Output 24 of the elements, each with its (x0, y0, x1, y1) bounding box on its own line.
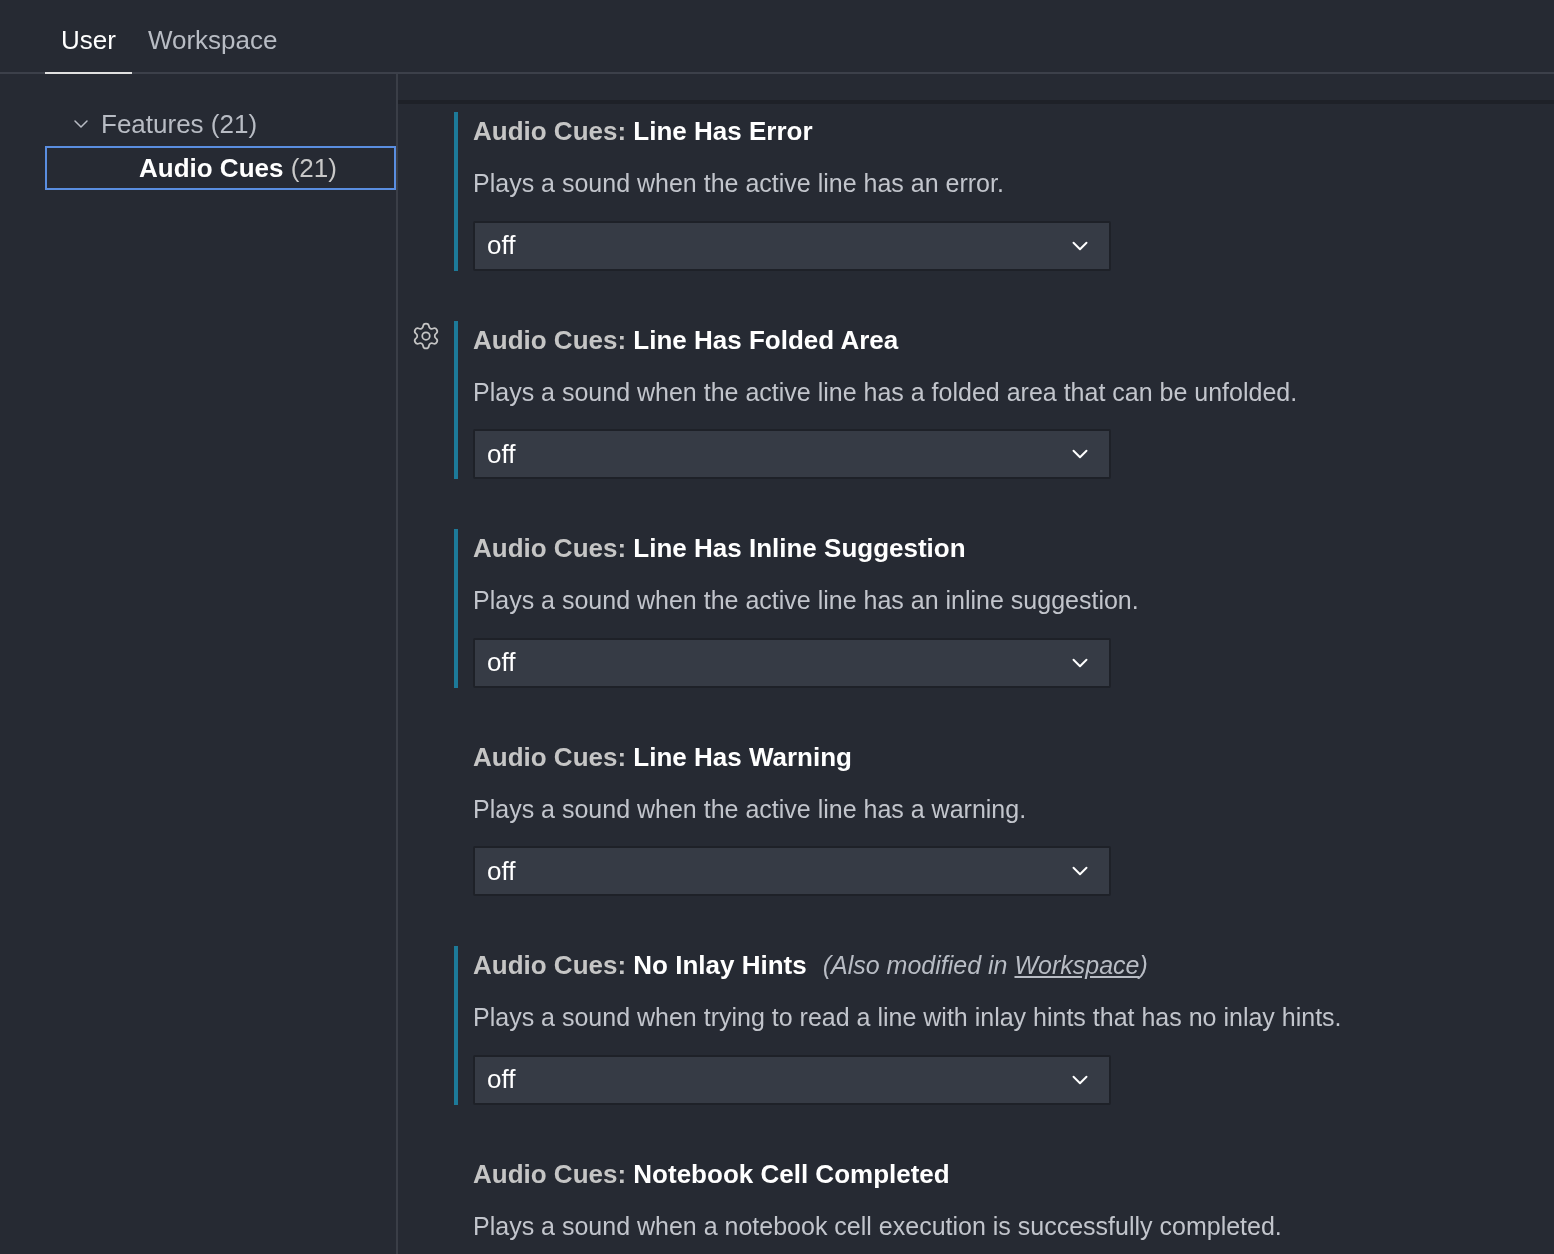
workspace-link[interactable]: Workspace (1014, 951, 1140, 979)
dropdown[interactable]: off (473, 637, 1111, 688)
setting-description: Plays a sound when the active line has an inline suggestion. (473, 585, 1139, 616)
tab[interactable]: User (45, 21, 132, 74)
setting-title: Audio Cues: Line Has Error (473, 115, 813, 148)
modified-note: (Also modified in Workspace) (822, 950, 1148, 981)
setting-title: Audio Cues: Line Has Warning (473, 740, 852, 774)
dropdown[interactable]: off (473, 1054, 1111, 1105)
setting-description: Plays a sound when the active line has an error. (473, 168, 1005, 199)
tab[interactable]: Workspace (131, 21, 294, 74)
setting-title: Audio Cues: Line Has Folded Area (473, 323, 899, 357)
dropdown[interactable]: off (473, 220, 1111, 271)
setting-description: Plays a sound when the active line has a warning. (473, 793, 1028, 825)
setting-description: Plays a sound when a notebook cell execution is successfully completed. (473, 1210, 1282, 1242)
settings-icon[interactable] (411, 320, 441, 351)
setting-description: Plays a sound when the active line has a folded area that can be unfolded. (473, 376, 1298, 408)
setting-description: Plays a sound when trying to read a line with inlay hints that has no inlay hints. (473, 1002, 1342, 1033)
setting-title: Audio Cues: No Inlay Hints (473, 949, 807, 982)
setting-title: Audio Cues: Line Has Inline Suggestion (473, 532, 966, 565)
dropdown[interactable]: off (473, 429, 1111, 479)
dropdown[interactable]: off (473, 846, 1111, 896)
tree-item[interactable]: Audio Cues (21) (45, 146, 396, 190)
setting-title: Audio Cues: Notebook Cell Completed (473, 1157, 950, 1191)
tree-item[interactable]: Features (21) (45, 102, 396, 146)
